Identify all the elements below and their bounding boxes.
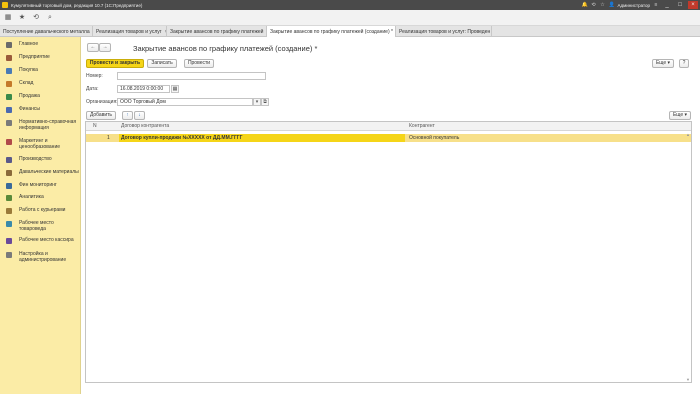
open-windows-tabs: Поступление давальческого металла × Реал… — [0, 26, 700, 37]
main-toolbar: ▦ ★ ⟲ ⌕ — [0, 10, 700, 26]
sidebar-item-cashier[interactable]: Рабочее место кассира — [0, 237, 81, 244]
minimize-button[interactable]: _ — [662, 1, 672, 9]
date-label: Дата: — [86, 86, 99, 92]
window-titlebar: Кумулятивный торговый дом, редакция 10.7… — [0, 0, 700, 10]
window-title: Кумулятивный торговый дом, редакция 10.7… — [11, 2, 143, 8]
contracts-table[interactable]: N Договор контрагента Контрагент 1 Догов… — [85, 121, 692, 383]
move-up-button[interactable]: ↑ — [122, 111, 133, 120]
calendar-icon[interactable]: ▦ — [171, 85, 179, 93]
sections-sidebar: Главное Предприятие Покупка Склад Продаж… — [0, 37, 81, 394]
sidebar-item-production[interactable]: Производство — [0, 156, 81, 163]
chevron-down-icon[interactable]: ▾ — [253, 98, 261, 106]
page-title: Закрытие авансов по графику платежей (со… — [133, 44, 318, 53]
current-user[interactable]: Администратор — [618, 3, 650, 8]
save-button[interactable]: Записать — [147, 59, 177, 68]
history-icon[interactable]: ⟲ — [32, 14, 40, 22]
forward-button[interactable]: → — [99, 43, 111, 52]
help-button[interactable]: ? — [679, 59, 689, 68]
history-icon[interactable]: ⟲ — [591, 2, 597, 8]
table-row[interactable]: 1 Договор купли-продажи №XXXXX от ДД.ММ.… — [86, 134, 691, 142]
row-counterparty-cell[interactable]: Основной покупатель — [409, 134, 459, 142]
table-scrollbar[interactable]: ▲ ▼ — [685, 132, 691, 382]
titlebar-controls: 🔔 ⟲ ☆ 👤 Администратор ≡ _ □ × — [582, 1, 700, 9]
tab-label: Реализация товаров и услуг — [96, 28, 162, 35]
sidebar-item-warehouse[interactable]: Склад — [0, 80, 81, 87]
courier-icon — [6, 208, 12, 214]
settings-icon — [6, 252, 12, 258]
production-icon — [6, 157, 12, 163]
maximize-button[interactable]: □ — [675, 1, 685, 9]
sidebar-item-couriers[interactable]: Работа с курьерами — [0, 207, 81, 214]
add-row-button[interactable]: Добавить — [86, 111, 116, 120]
post-button[interactable]: Провести — [184, 59, 214, 68]
scroll-down-icon[interactable]: ▼ — [686, 377, 690, 382]
bell-icon[interactable]: 🔔 — [582, 2, 588, 8]
sidebar-item-settings[interactable]: Настройка и администрирование — [0, 251, 81, 263]
app-logo-icon — [2, 2, 8, 8]
grid-icon[interactable]: ▦ — [4, 14, 12, 22]
document-form: ← → Закрытие авансов по графику платежей… — [82, 37, 700, 394]
move-down-button[interactable]: ↓ — [134, 111, 145, 120]
close-window-button[interactable]: × — [688, 1, 698, 9]
organization-label: Организация: — [86, 99, 118, 105]
sidebar-item-main[interactable]: Главное — [0, 41, 81, 48]
table-header: N Договор контрагента Контрагент — [86, 122, 691, 131]
enterprise-icon — [6, 55, 12, 61]
date-field[interactable]: 16.08.2019 0:00:00 — [117, 85, 170, 93]
tab-sales-posted[interactable]: Реализация товаров и услуг: Проведен × — [396, 26, 492, 37]
tab-label: Закрытие авансов по графику платежей — [170, 28, 264, 35]
analytics-icon — [6, 195, 12, 201]
user-icon: 👤 — [608, 2, 615, 8]
marketing-icon — [6, 139, 12, 145]
cashier-icon — [6, 238, 12, 244]
sidebar-item-reference-info[interactable]: Нормативно-справочная информация — [0, 119, 81, 131]
monitoring-icon — [6, 183, 12, 189]
tolling-icon — [6, 170, 12, 176]
star-icon[interactable]: ☆ — [600, 2, 606, 8]
star-icon[interactable]: ★ — [18, 14, 26, 22]
tab-label: Поступление давальческого металла — [3, 28, 90, 35]
cart-icon — [6, 68, 12, 74]
tab-advance-closing[interactable]: Закрытие авансов по графику платежей × — [167, 26, 267, 37]
row-contract-cell[interactable]: Договор купли-продажи №XXXXX от ДД.ММ.ГГ… — [119, 134, 405, 142]
number-label: Номер: — [86, 73, 103, 79]
tab-metal-receipt[interactable]: Поступление давальческого металла × — [0, 26, 93, 37]
menu-icon[interactable]: ≡ — [653, 2, 659, 8]
close-icon[interactable]: × — [490, 29, 491, 35]
number-field[interactable] — [117, 72, 266, 80]
sidebar-item-merchandiser[interactable]: Рабочее место товароведа — [0, 220, 81, 232]
more-button[interactable]: Еще ▾ — [652, 59, 674, 68]
post-and-close-button[interactable]: Провести и закрыть — [86, 59, 144, 68]
tab-label: Реализация товаров и услуг: Проведен — [399, 28, 491, 35]
sidebar-item-tolling[interactable]: Давальческие материалы — [0, 169, 81, 176]
sidebar-item-marketing[interactable]: Маркетинг и ценообразование — [0, 138, 81, 150]
table-more-button[interactable]: Еще ▾ — [669, 111, 691, 120]
back-button[interactable]: ← — [87, 43, 99, 52]
tab-advance-closing-create[interactable]: Закрытие авансов по графику платежей (со… — [267, 26, 396, 37]
column-header-contract[interactable]: Договор контрагента — [121, 122, 169, 131]
organization-field[interactable]: ООО Торговый Дом — [117, 98, 253, 106]
sales-icon — [6, 94, 12, 100]
reference-icon — [6, 120, 12, 126]
sidebar-item-finance[interactable]: Финансы — [0, 106, 81, 113]
sidebar-item-enterprise[interactable]: Предприятие — [0, 54, 81, 61]
column-header-counterparty[interactable]: Контрагент — [409, 122, 435, 131]
home-icon — [6, 42, 12, 48]
tab-label: Закрытие авансов по графику платежей (со… — [270, 28, 393, 35]
scroll-up-icon[interactable]: ▲ — [686, 132, 690, 137]
sidebar-item-sales[interactable]: Продажа — [0, 93, 81, 100]
warehouse-icon — [6, 81, 12, 87]
open-link-icon[interactable]: ⧉ — [261, 98, 269, 106]
merchandiser-icon — [6, 221, 12, 227]
row-number: 1 — [107, 135, 110, 141]
finance-icon — [6, 107, 12, 113]
sidebar-item-analytics[interactable]: Аналитика — [0, 194, 81, 201]
tab-sales[interactable]: Реализация товаров и услуг × — [93, 26, 167, 37]
sidebar-item-purchase[interactable]: Покупка — [0, 67, 81, 74]
search-icon[interactable]: ⌕ — [46, 14, 54, 22]
sidebar-item-fin-monitoring[interactable]: Фин мониторинг — [0, 182, 81, 189]
column-header-n[interactable]: N — [93, 122, 97, 131]
